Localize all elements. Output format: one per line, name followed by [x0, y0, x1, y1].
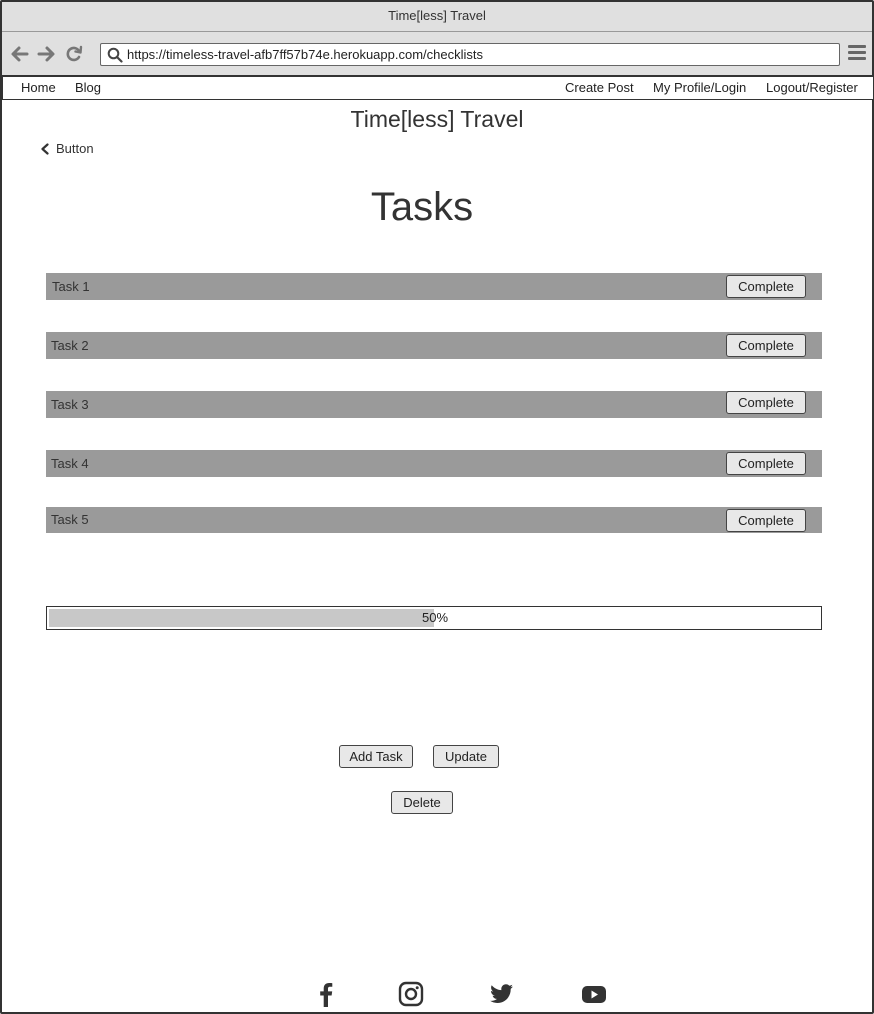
add-task-button[interactable]: Add Task	[339, 745, 413, 768]
task-row: Task 4 Complete	[46, 450, 822, 477]
task-label: Task 2	[51, 338, 89, 353]
site-title: Time[less] Travel	[350, 106, 524, 132]
facebook-icon[interactable]	[312, 980, 340, 1008]
complete-task-button[interactable]: Complete	[726, 275, 806, 298]
complete-task-button[interactable]: Complete	[726, 391, 806, 414]
task-row: Task 5 Complete	[46, 507, 822, 533]
task-row: Task 2 Complete	[46, 332, 822, 359]
youtube-icon[interactable]	[580, 980, 608, 1008]
site-navbar: Home Blog Create Post My Profile/Login L…	[2, 76, 874, 100]
back-arrow-icon[interactable]	[10, 44, 30, 64]
nav-create-post-link[interactable]: Create Post	[565, 80, 634, 95]
search-icon	[107, 47, 123, 63]
window-title: Time[less] Travel	[388, 8, 486, 23]
browser-window: Time[less] Travel Home Blog Create Post …	[0, 0, 874, 1014]
chevron-left-icon	[41, 142, 49, 155]
address-bar[interactable]	[100, 43, 840, 66]
complete-task-button[interactable]: Complete	[726, 509, 806, 532]
complete-task-button[interactable]: Complete	[726, 334, 806, 357]
nav-blog-link[interactable]: Blog	[75, 80, 101, 95]
back-button-label: Button	[56, 141, 94, 156]
delete-button[interactable]: Delete	[391, 791, 453, 814]
nav-profile-login-link[interactable]: My Profile/Login	[653, 80, 746, 95]
instagram-icon[interactable]	[397, 980, 425, 1008]
complete-task-button[interactable]: Complete	[726, 452, 806, 475]
url-input[interactable]	[127, 46, 827, 63]
task-label: Task 5	[51, 512, 89, 527]
window-titlebar: Time[less] Travel	[2, 2, 872, 32]
browser-toolbar	[2, 32, 872, 76]
task-row: Task 3 Complete	[46, 391, 822, 418]
back-button[interactable]: Button	[40, 141, 94, 156]
reload-icon[interactable]	[64, 44, 84, 64]
forward-arrow-icon[interactable]	[36, 44, 56, 64]
progress-percent: 50%	[421, 610, 449, 625]
task-label: Task 3	[51, 397, 89, 412]
task-label: Task 4	[51, 456, 89, 471]
progress-bar: 50%	[46, 606, 822, 630]
menu-icon[interactable]	[848, 45, 866, 63]
task-label: Task 1	[52, 279, 90, 294]
page-heading: Tasks	[370, 185, 474, 229]
nav-logout-register-link[interactable]: Logout/Register	[766, 80, 858, 95]
nav-home-link[interactable]: Home	[21, 80, 56, 95]
update-button[interactable]: Update	[433, 745, 499, 768]
task-row: Task 1 Complete	[46, 273, 822, 300]
twitter-icon[interactable]	[487, 980, 515, 1008]
